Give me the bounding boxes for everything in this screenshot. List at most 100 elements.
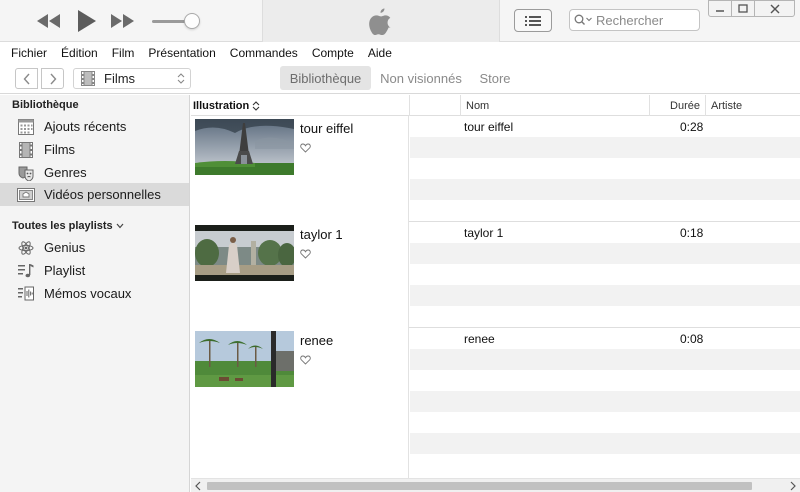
library-heading: Bibliothèque bbox=[12, 99, 79, 111]
column-header-blank[interactable] bbox=[409, 95, 460, 116]
tab-non-visionnes[interactable]: Non visionnés bbox=[374, 66, 468, 90]
video-group-taylor-1: taylor 1 taylor 1 0:18 bbox=[191, 222, 800, 328]
playlists-heading[interactable]: Toutes les playlists bbox=[12, 220, 124, 232]
duration-cell: 0:08 bbox=[680, 332, 704, 346]
close-button[interactable] bbox=[754, 0, 795, 17]
sidebar-item-genres[interactable]: Genres bbox=[0, 161, 189, 184]
video-table: Illustration Nom Durée Artiste tour eiff… bbox=[191, 95, 800, 478]
column-header-duration[interactable]: Durée bbox=[649, 95, 705, 116]
sidebar-item-genius[interactable]: Genius bbox=[0, 236, 189, 259]
menu-commandes[interactable]: Commandes bbox=[223, 46, 305, 60]
table-header: Illustration Nom Durée Artiste bbox=[191, 95, 800, 116]
sidebar-item-label: Ajouts récents bbox=[44, 119, 127, 134]
rewind-icon[interactable] bbox=[37, 9, 61, 33]
sidebar-item-label: Genres bbox=[44, 165, 87, 180]
menu-compte[interactable]: Compte bbox=[305, 46, 361, 60]
table-row-filler bbox=[410, 243, 800, 264]
fast-forward-icon[interactable] bbox=[110, 9, 134, 33]
forward-button[interactable] bbox=[41, 68, 64, 89]
table-row[interactable]: renee 0:08 bbox=[410, 328, 800, 349]
sidebar-item-label: Playlist bbox=[44, 263, 86, 278]
volume-knob[interactable] bbox=[184, 13, 200, 29]
menu-bar: Fichier Édition Film Présentation Comman… bbox=[0, 43, 800, 62]
sidebar: Bibliothèque Ajouts récents Films Genres… bbox=[0, 95, 190, 492]
sidebar-item-videos-personnelles[interactable]: Vidéos personnelles bbox=[0, 183, 189, 206]
table-row-filler bbox=[410, 179, 800, 200]
up-next-list-button[interactable] bbox=[514, 9, 552, 32]
heart-icon[interactable] bbox=[300, 355, 311, 365]
sidebar-item-memos-vocaux[interactable]: Mémos vocaux bbox=[0, 282, 189, 305]
horizontal-scrollbar[interactable] bbox=[191, 478, 800, 492]
video-thumbnail[interactable] bbox=[195, 225, 294, 281]
scroll-left-arrow-icon[interactable] bbox=[194, 481, 202, 491]
sidebar-item-ajouts-recents[interactable]: Ajouts récents bbox=[0, 115, 189, 138]
film-icon bbox=[81, 71, 95, 86]
video-title: tour eiffel bbox=[300, 121, 354, 136]
table-row-filler bbox=[410, 391, 800, 412]
table-row-filler bbox=[410, 264, 800, 285]
table-row[interactable]: taylor 1 0:18 bbox=[410, 222, 800, 243]
table-row-filler bbox=[410, 306, 800, 328]
video-group-renee: renee renee 0:08 bbox=[191, 328, 800, 478]
list-icon bbox=[525, 15, 541, 26]
table-row-filler bbox=[410, 285, 800, 306]
sort-updown-icon bbox=[252, 100, 260, 111]
chevron-left-icon bbox=[23, 73, 30, 84]
calendar-grid-icon bbox=[17, 118, 35, 136]
minimize-icon bbox=[716, 9, 724, 12]
atom-icon bbox=[17, 239, 35, 257]
duration-cell: 0:18 bbox=[680, 226, 704, 240]
chevron-down-icon bbox=[116, 223, 124, 229]
chevron-right-icon bbox=[49, 73, 56, 84]
sidebar-item-playlist[interactable]: Playlist bbox=[0, 259, 189, 282]
name-cell: taylor 1 bbox=[464, 226, 504, 240]
sidebar-item-label: Mémos vocaux bbox=[44, 286, 132, 301]
table-row-filler bbox=[410, 158, 800, 179]
minimize-button[interactable] bbox=[708, 0, 732, 17]
back-button[interactable] bbox=[15, 68, 38, 89]
table-row-filler bbox=[410, 433, 800, 454]
tab-store[interactable]: Store bbox=[472, 66, 518, 90]
table-row-filler bbox=[410, 412, 800, 433]
menu-edition[interactable]: Édition bbox=[54, 46, 105, 60]
search-input[interactable] bbox=[596, 12, 696, 28]
video-group-tour-eiffel: tour eiffel tour eiffel 0:28 bbox=[191, 116, 800, 222]
menu-presentation[interactable]: Présentation bbox=[141, 46, 222, 60]
play-icon[interactable] bbox=[73, 9, 99, 33]
maximize-icon bbox=[738, 4, 748, 13]
menu-fichier[interactable]: Fichier bbox=[4, 46, 54, 60]
table-row[interactable]: tour eiffel 0:28 bbox=[410, 116, 800, 137]
media-type-label: Films bbox=[104, 71, 136, 86]
search-icon bbox=[574, 14, 592, 25]
heart-icon[interactable] bbox=[300, 143, 311, 153]
table-row-filler bbox=[410, 454, 800, 478]
close-icon bbox=[770, 4, 779, 13]
updown-chevron-icon bbox=[177, 73, 185, 84]
video-thumbnail[interactable] bbox=[195, 331, 294, 387]
music-list-icon bbox=[17, 262, 35, 280]
sidebar-item-label: Films bbox=[44, 142, 76, 157]
column-header-artist[interactable]: Artiste bbox=[705, 95, 800, 116]
video-title: taylor 1 bbox=[300, 227, 343, 242]
search-box[interactable] bbox=[569, 9, 700, 31]
navigation-bar: Films Bibliothèque Non visionnés Store bbox=[0, 62, 800, 94]
film-icon bbox=[17, 141, 35, 159]
heart-icon[interactable] bbox=[300, 249, 311, 259]
media-type-select[interactable]: Films bbox=[73, 68, 191, 89]
artwork-cell[interactable]: taylor 1 bbox=[191, 222, 409, 328]
tab-bibliotheque[interactable]: Bibliothèque bbox=[280, 66, 371, 90]
menu-aide[interactable]: Aide bbox=[361, 46, 399, 60]
scroll-right-arrow-icon[interactable] bbox=[789, 481, 797, 491]
artwork-cell[interactable]: tour eiffel bbox=[191, 116, 409, 222]
table-row-filler bbox=[410, 200, 800, 222]
column-header-artwork[interactable]: Illustration bbox=[191, 95, 409, 116]
sidebar-item-films[interactable]: Films bbox=[0, 138, 189, 161]
menu-film[interactable]: Film bbox=[105, 46, 142, 60]
artwork-cell[interactable]: renee bbox=[191, 328, 409, 478]
maximize-button[interactable] bbox=[731, 0, 755, 17]
video-thumbnail[interactable] bbox=[195, 119, 294, 175]
apple-logo-icon bbox=[367, 7, 393, 36]
column-header-name[interactable]: Nom bbox=[460, 95, 649, 116]
theater-masks-icon bbox=[17, 164, 35, 182]
scrollbar-thumb[interactable] bbox=[207, 482, 752, 490]
